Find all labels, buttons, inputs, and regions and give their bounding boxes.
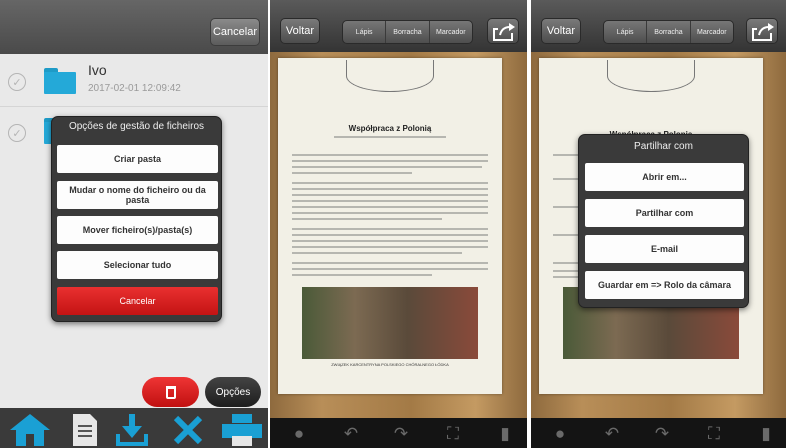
text-line — [292, 172, 412, 174]
share-screen: Voltar Lápis Borracha Marcador Współprac… — [531, 0, 786, 448]
home-icon[interactable] — [8, 412, 52, 448]
document-editor-screen: Voltar Lápis Borracha Marcador Współprac… — [270, 0, 527, 448]
marker-tool[interactable]: Marcador — [691, 21, 733, 43]
back-button[interactable]: Voltar — [280, 18, 320, 44]
rename-button[interactable]: Mudar o nome do ficheiro ou da pasta — [57, 181, 218, 209]
text-line — [292, 262, 488, 264]
tools-icon[interactable] — [170, 412, 206, 448]
top-bar: Cancelar — [0, 0, 268, 54]
tool-selector: Lápis Borracha Marcador — [603, 20, 734, 44]
text-line — [292, 188, 488, 190]
text-line — [292, 200, 488, 202]
text-line — [292, 252, 462, 254]
back-button[interactable]: Voltar — [541, 18, 581, 44]
file-manager-screen: Cancelar ✓ Ivo 2017-02-01 12:09:42 ✓ Opç… — [0, 0, 268, 448]
text-line — [292, 206, 488, 208]
dialog-title: Partilhar com — [634, 141, 693, 152]
crop-icon[interactable]: ⛶ — [703, 424, 725, 444]
text-line — [292, 182, 488, 184]
share-with-button[interactable]: Partilhar com — [585, 199, 744, 227]
options-button[interactable]: Opções — [205, 377, 261, 407]
share-dialog: Partilhar com Abrir em... Partilhar com … — [578, 134, 749, 308]
text-line — [292, 274, 432, 276]
document-title: Współpraca z Polonią — [348, 124, 432, 133]
pencil-tool[interactable]: Lápis — [343, 21, 387, 43]
eraser-tool[interactable]: Borracha — [386, 21, 430, 43]
email-button[interactable]: E-mail — [585, 235, 744, 263]
eraser-tool[interactable]: Borracha — [647, 21, 691, 43]
chat-icon[interactable]: ● — [288, 424, 310, 444]
pencil-tool[interactable]: Lápis — [604, 21, 648, 43]
share-button[interactable] — [487, 18, 519, 44]
text-line — [292, 240, 488, 242]
printer-icon[interactable] — [220, 412, 264, 448]
share-button[interactable] — [746, 18, 778, 44]
text-line — [292, 234, 488, 236]
download-icon[interactable] — [114, 412, 150, 448]
checkbox-icon[interactable]: ✓ — [8, 73, 26, 91]
checkbox-icon[interactable]: ✓ — [8, 124, 26, 142]
document-footer: ZWIĄZEK KARCENTRYNA POLSKIEGO CHÓRALNEGO… — [331, 362, 449, 367]
redo-icon[interactable]: ↷ — [651, 424, 673, 444]
redo-icon[interactable]: ↷ — [390, 424, 412, 444]
text-line — [334, 136, 446, 138]
text-line — [292, 268, 488, 270]
dialog-cancel-button[interactable]: Cancelar — [57, 287, 218, 315]
scanned-page: Współpraca z Polonią ZWIĄZEK KARCENTRYNA… — [278, 58, 502, 394]
logo-seal — [346, 60, 434, 92]
text-line — [292, 160, 488, 162]
file-options-dialog: Opções de gestão de ficheiros Criar past… — [51, 116, 222, 322]
trash-icon — [165, 385, 176, 399]
chat-icon[interactable]: ● — [549, 424, 571, 444]
text-line — [292, 166, 482, 168]
text-line — [292, 212, 488, 214]
cancel-button[interactable]: Cancelar — [210, 18, 260, 46]
editor-toolbar: Voltar Lápis Borracha Marcador — [270, 0, 527, 52]
crop-icon[interactable]: ⛶ — [442, 424, 464, 444]
text-line — [292, 218, 442, 220]
group-photo — [302, 287, 478, 359]
text-line — [292, 228, 488, 230]
select-all-button[interactable]: Selecionar tudo — [57, 251, 218, 279]
delete-button[interactable] — [142, 377, 199, 407]
marker-tool[interactable]: Marcador — [430, 21, 472, 43]
undo-icon[interactable]: ↶ — [340, 424, 362, 444]
divider — [0, 106, 268, 107]
text-line — [292, 194, 488, 196]
dialog-title: Opções de gestão de ficheiros — [68, 121, 205, 132]
tool-selector: Lápis Borracha Marcador — [342, 20, 473, 44]
text-line — [292, 246, 488, 248]
text-line — [292, 154, 488, 156]
share-icon — [752, 23, 774, 41]
save-to-camera-roll-button[interactable]: Guardar em => Rolo da câmara — [585, 271, 744, 299]
file-date: 2017-02-01 12:09:42 — [88, 83, 181, 94]
folder-icon — [44, 68, 76, 94]
undo-icon[interactable]: ↶ — [601, 424, 623, 444]
document-icon[interactable] — [70, 412, 100, 448]
logo-seal — [607, 60, 695, 92]
file-row[interactable]: ✓ Ivo 2017-02-01 12:09:42 — [0, 56, 268, 108]
trash-icon[interactable]: ▮ — [755, 424, 777, 444]
move-button[interactable]: Mover ficheiro(s)/pasta(s) — [57, 216, 218, 244]
share-icon — [493, 23, 515, 41]
editor-toolbar: Voltar Lápis Borracha Marcador — [531, 0, 786, 52]
open-in-button[interactable]: Abrir em... — [585, 163, 744, 191]
trash-icon[interactable]: ▮ — [494, 424, 516, 444]
file-name: Ivo — [88, 62, 107, 78]
create-folder-button[interactable]: Criar pasta — [57, 145, 218, 173]
